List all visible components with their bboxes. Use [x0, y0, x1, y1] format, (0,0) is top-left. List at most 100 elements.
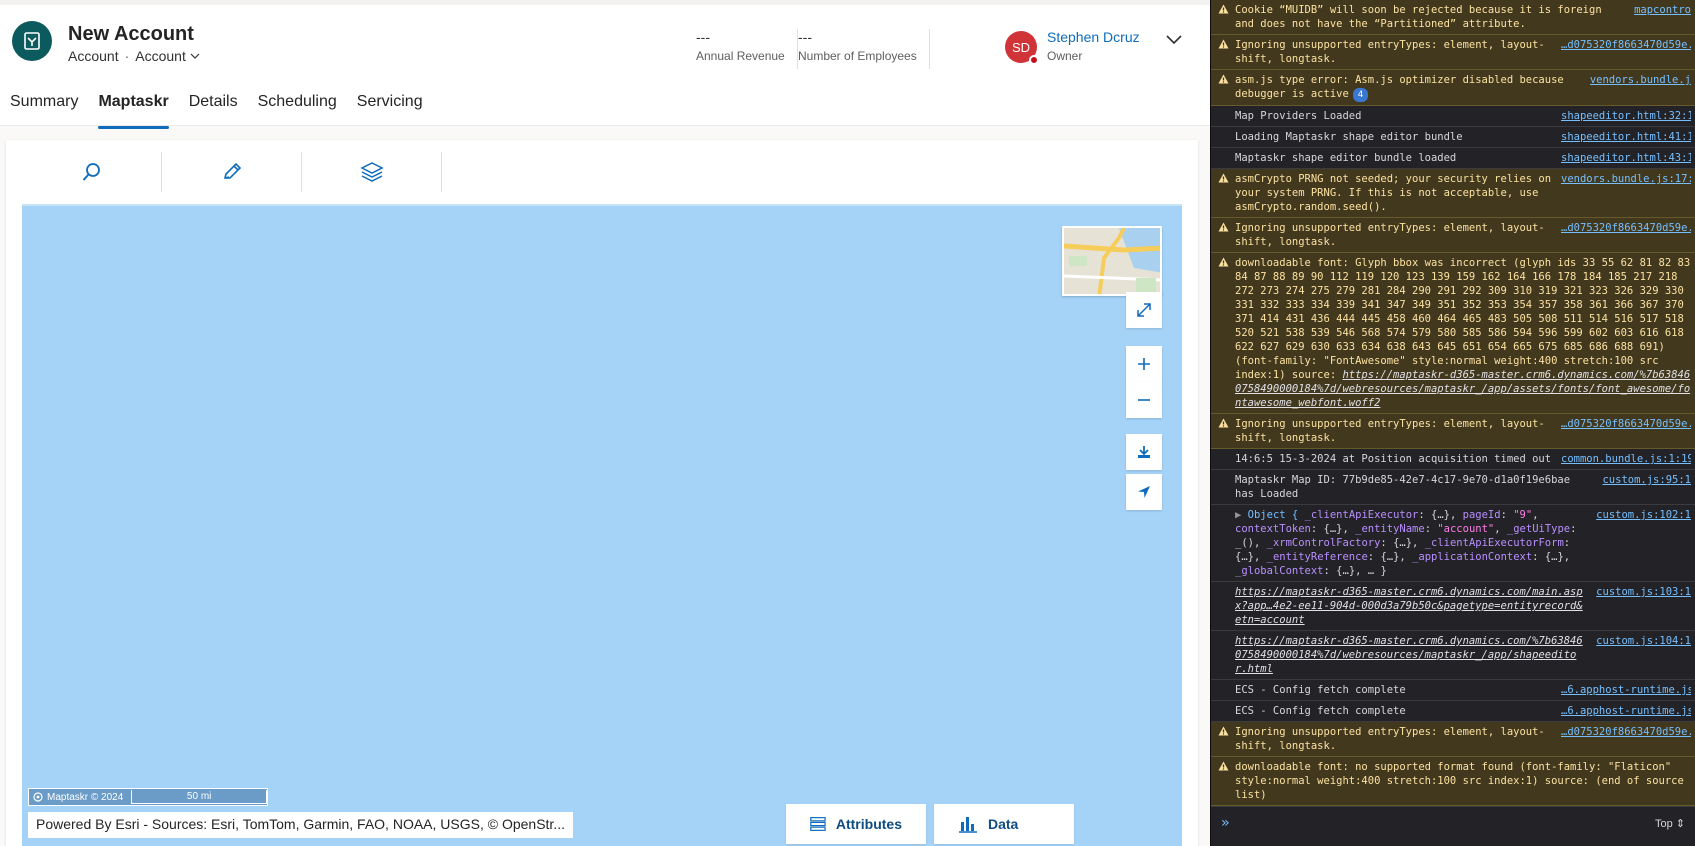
page-title: New Account — [68, 23, 194, 45]
account-entity-icon — [12, 21, 52, 61]
scale-line: 50 mi — [131, 790, 267, 804]
locate-button[interactable] — [1126, 474, 1162, 510]
bar-chart-icon — [959, 817, 977, 833]
layers-tool-button[interactable] — [302, 152, 442, 192]
console-message[interactable]: shapeeditor.html:43:1 Maptaskr shape edit… — [1211, 148, 1695, 169]
owner-name-link[interactable]: Stephen Dcruz — [1047, 29, 1140, 45]
console-message[interactable]: shapeeditor.html:41:1 Loading Maptaskr sh… — [1211, 127, 1695, 148]
message-source-link[interactable]: common.bundle.js:1:191891 — [1561, 452, 1691, 466]
message-source-link[interactable]: …d075320f8663470d59e.js:4:7539 — [1561, 221, 1691, 235]
console-warning[interactable]: downloadable font: Glyph bbox was incorr… — [1211, 253, 1695, 414]
message-body: Ignoring unsupported entryTypes: element… — [1235, 418, 1545, 444]
console-message[interactable]: common.bundle.js:1:191891 14:6:5 15-3-202… — [1211, 449, 1695, 470]
maptaskr-logo-icon — [33, 792, 43, 802]
console-input[interactable]: » Top ⇕ — [1211, 806, 1695, 846]
object-preview[interactable]: ▶ Object { _clientApiExecutor: {…}, page… — [1235, 508, 1588, 578]
console-message[interactable]: …6.apphost-runtime.js:14:30912 ECS - Conf… — [1211, 701, 1695, 722]
tab-maptaskr[interactable]: Maptaskr — [98, 89, 169, 129]
object-value: "9" — [1513, 509, 1533, 521]
message-body: asmCrypto PRNG not seeded; your security… — [1235, 173, 1552, 213]
message-source-link[interactable]: …d075320f8663470d59e.js:4:7539 — [1561, 38, 1691, 52]
console-message-list[interactable]: mapcontro Cookie “MUIDB” will soon be rej… — [1211, 0, 1695, 841]
tab-scheduling[interactable]: Scheduling — [258, 89, 337, 125]
map-attribution: Powered By Esri - Sources: Esri, TomTom,… — [28, 812, 573, 838]
message-source-link[interactable]: shapeeditor.html:43:1 — [1561, 151, 1691, 165]
console-warning[interactable]: mapcontro Cookie “MUIDB” will soon be rej… — [1211, 0, 1695, 35]
message-body: Ignoring unsupported entryTypes: element… — [1235, 39, 1545, 65]
context-selector[interactable]: Top ⇕ — [1655, 817, 1685, 830]
warning-icon — [1218, 173, 1229, 187]
form-selector[interactable]: Account — [135, 48, 200, 64]
message-source-link[interactable]: …6.apphost-runtime.js:14:30912 — [1561, 683, 1691, 697]
console-warning[interactable]: …d075320f8663470d59e.js:4:7539 Ignoring u… — [1211, 35, 1695, 70]
zoom-in-button[interactable] — [1126, 346, 1162, 382]
download-button[interactable] — [1126, 434, 1162, 470]
fullscreen-button[interactable] — [1126, 292, 1162, 328]
object-value: _() — [1235, 537, 1254, 549]
console-prompt-icon: » — [1221, 815, 1230, 831]
message-source-link[interactable]: …d075320f8663470d59e.js:4:7539 — [1561, 725, 1691, 739]
tab-servicing[interactable]: Servicing — [357, 89, 423, 125]
data-button[interactable]: Data — [934, 804, 1074, 844]
object-key: _clientApiExecutorForm — [1424, 537, 1564, 549]
basemap-thumbnail[interactable] — [1062, 226, 1162, 296]
console-warning[interactable]: …d075320f8663470d59e.js:4:7539 Ignoring u… — [1211, 722, 1695, 757]
console-message[interactable]: custom.js:102:1 ▶ Object { _clientApiExec… — [1211, 505, 1695, 582]
console-warning[interactable]: …d075320f8663470d59e.js:4:7539 Ignoring u… — [1211, 414, 1695, 449]
object-value: {…} — [1235, 551, 1254, 563]
message-text: Maptaskr shape editor bundle loaded — [1235, 151, 1553, 165]
record-subtitle: Account · Account — [68, 48, 200, 64]
chevron-down-icon[interactable] — [1165, 33, 1183, 45]
presence-status-icon — [1029, 55, 1039, 65]
message-text: ECS - Config fetch complete — [1235, 683, 1553, 697]
console-message[interactable]: …6.apphost-runtime.js:14:30912 ECS - Conf… — [1211, 680, 1695, 701]
attributes-button[interactable]: Attributes — [786, 804, 926, 844]
message-source-link[interactable]: custom.js:104:1 — [1596, 634, 1691, 648]
message-source-link[interactable]: …6.apphost-runtime.js:14:30912 — [1561, 704, 1691, 718]
message-source-link[interactable]: shapeeditor.html:32:1 — [1561, 109, 1691, 123]
message-source-link[interactable]: vendors.bundle.j — [1590, 73, 1691, 87]
edit-tool-button[interactable] — [162, 152, 302, 192]
message-body: 14:6:5 15-3-2024 at Position acquisition… — [1235, 453, 1552, 465]
tab-summary[interactable]: Summary — [10, 89, 78, 125]
message-source-link[interactable]: …d075320f8663470d59e.js:4:7539 — [1561, 417, 1691, 431]
message-source-link[interactable]: custom.js:103:1 — [1596, 585, 1691, 599]
console-warning[interactable]: downloadable font: no supported format f… — [1211, 757, 1695, 806]
console-warning[interactable]: vendors.bundle.js:17:4621 asmCrypto PRNG … — [1211, 169, 1695, 218]
console-message[interactable]: shapeeditor.html:32:1 Map Providers Loade… — [1211, 106, 1695, 127]
message-text: https://maptaskr-d365-master.crm6.dynami… — [1235, 585, 1588, 627]
message-text: downloadable font: Glyph bbox was incorr… — [1235, 256, 1691, 410]
kpi-label: Number of Employees — [798, 49, 917, 63]
kpi-value: --- — [798, 29, 812, 45]
plus-icon — [1138, 358, 1150, 370]
console-warning[interactable]: vendors.bundle.j asm.js type error: Asm.j… — [1211, 70, 1695, 106]
map-canvas[interactable]: Maptaskr © 2024 50 mi Powered By Esri - … — [22, 204, 1182, 846]
console-warning[interactable]: …d075320f8663470d59e.js:4:7539 Ignoring u… — [1211, 218, 1695, 253]
zoom-out-button[interactable] — [1126, 382, 1162, 418]
tab-details[interactable]: Details — [189, 89, 238, 125]
message-source-link[interactable]: custom.js:95:1 — [1602, 473, 1691, 487]
object-key: _clientApiExecutor — [1304, 509, 1419, 521]
message-source-link[interactable]: vendors.bundle.js:17:4621 — [1561, 172, 1691, 186]
message-source-link[interactable]: shapeeditor.html:41:1 — [1561, 130, 1691, 144]
console-message[interactable]: custom.js:103:1 https://maptaskr-d365-mas… — [1211, 582, 1695, 631]
kpi-label: Annual Revenue — [696, 49, 785, 63]
url-link[interactable]: https://maptaskr-d365-master.crm6.dynami… — [1235, 635, 1583, 675]
message-source-link[interactable]: custom.js:102:1 — [1596, 508, 1691, 522]
console-message[interactable]: custom.js:95:1 Maptaskr Map ID: 77b9de85-… — [1211, 470, 1695, 505]
kpi-annual-revenue: --- Annual Revenue — [696, 29, 798, 69]
search-tool-button[interactable] — [22, 152, 162, 192]
message-body: Maptaskr shape editor bundle loaded — [1235, 152, 1457, 164]
message-source-link[interactable]: mapcontro — [1634, 3, 1691, 17]
url-link[interactable]: https://maptaskr-d365-master.crm6.dynami… — [1235, 586, 1583, 626]
warning-icon — [1218, 39, 1229, 53]
owner-field[interactable]: SD Stephen Dcruz Owner — [1005, 27, 1205, 71]
message-text: downloadable font: no supported format f… — [1235, 760, 1691, 802]
object-key: _entityReference — [1266, 551, 1368, 563]
message-body: Ignoring unsupported entryTypes: element… — [1235, 222, 1545, 248]
expand-triangle-icon[interactable]: ▶ — [1235, 509, 1248, 521]
console-message[interactable]: custom.js:104:1 https://maptaskr-d365-mas… — [1211, 631, 1695, 680]
warning-icon — [1218, 726, 1229, 740]
object-key: _entityName — [1355, 523, 1425, 535]
map-toolbar — [22, 140, 1192, 204]
